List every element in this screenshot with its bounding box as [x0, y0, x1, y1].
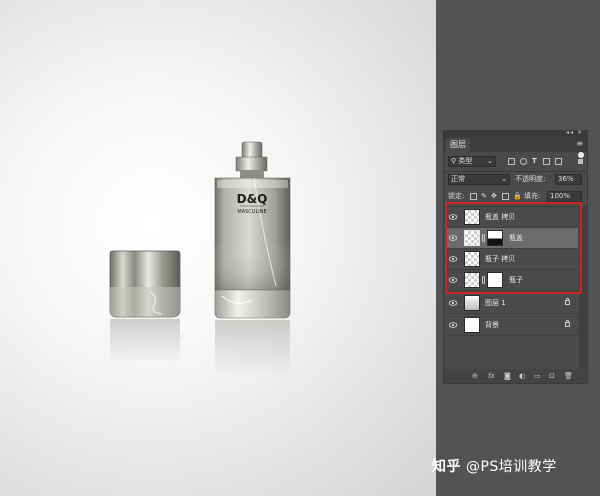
filter-toggle-switch[interactable] — [578, 159, 583, 164]
tab-layers[interactable]: 图层 — [446, 138, 470, 152]
eye-icon[interactable] — [449, 300, 457, 306]
layer-thumbnail — [464, 272, 480, 288]
blend-mode-value: 正常 — [451, 175, 465, 183]
divider — [444, 171, 587, 172]
layer-row[interactable]: 图层 1 — [445, 293, 578, 314]
layer-name[interactable]: 瓶子 — [509, 276, 523, 285]
layer-mask-thumbnail[interactable] — [487, 230, 503, 246]
bottle-cap — [109, 250, 181, 364]
eye-icon[interactable] — [449, 277, 457, 283]
layer-thumbnail — [464, 295, 480, 311]
perfume-artwork: D&Q MASCULINE — [109, 141, 291, 375]
chain-link-icon[interactable] — [482, 234, 485, 242]
layer-name[interactable]: 背景 — [485, 321, 499, 330]
eye-icon[interactable] — [449, 214, 457, 220]
filter-type-icon[interactable]: T — [532, 157, 537, 166]
layer-row[interactable]: 瓶子 拷贝 — [445, 249, 578, 270]
filter-kind-label: 类型 — [458, 157, 473, 165]
layer-name[interactable]: 图层 1 — [485, 299, 506, 308]
fill-value: 100% — [550, 192, 571, 200]
panel-menu-icon[interactable]: ≡ — [576, 139, 583, 149]
filter-kind-select[interactable]: ⚲ 类型 ⌄ — [448, 156, 496, 167]
lock-icon — [565, 298, 570, 305]
filter-adjustment-icon[interactable] — [520, 158, 527, 165]
lock-icon — [565, 320, 570, 327]
layer-row[interactable]: 瓶子 — [445, 270, 578, 291]
watermark: 知乎 @PS培训教学 — [432, 458, 557, 476]
bottle-subtitle: MASCULINE — [237, 209, 266, 215]
fx-icon[interactable]: fx — [488, 372, 495, 380]
canvas[interactable]: D&Q MASCULINE — [0, 0, 436, 496]
layer-thumbnail — [464, 209, 480, 225]
layer-thumbnail — [464, 230, 480, 246]
layer-thumbnail — [464, 317, 480, 333]
eye-icon[interactable] — [449, 322, 457, 328]
eye-icon[interactable] — [449, 235, 457, 241]
fill-label: 填充: — [524, 192, 541, 200]
opacity-label: 不透明度: — [515, 175, 546, 183]
filter-toggle-icon[interactable] — [578, 152, 584, 158]
perfume-bottle: D&Q MASCULINE — [214, 141, 291, 375]
filter-pixel-icon[interactable] — [508, 158, 515, 165]
bottle-brand: D&Q — [237, 192, 268, 206]
filter-smartobject-icon[interactable] — [555, 158, 562, 165]
layers-scrollbar[interactable] — [579, 206, 587, 371]
search-icon: ⚲ — [451, 157, 457, 165]
layer-name[interactable]: 瓶盖 拷贝 — [485, 213, 515, 222]
mask-icon[interactable]: ◙ — [504, 372, 511, 380]
fill-input[interactable]: 100% — [547, 191, 582, 202]
lock-label: 锁定: — [448, 192, 465, 200]
link-icon[interactable]: ⊖ — [472, 372, 478, 380]
lock-artboard-icon[interactable] — [502, 193, 509, 200]
layer-name[interactable]: 瓶盖 — [509, 234, 523, 243]
opacity-value: 36% — [558, 175, 574, 183]
lock-all-icon[interactable]: 🔒 — [513, 192, 522, 201]
layer-row[interactable]: 背景 — [445, 315, 578, 336]
chevron-down-icon: ⌄ — [487, 157, 493, 165]
chevron-down-icon: ⌄ — [501, 175, 507, 183]
blend-mode-select[interactable]: 正常 ⌄ — [448, 174, 510, 185]
trash-icon[interactable]: 🗑 — [564, 372, 573, 380]
opacity-input[interactable]: 36% — [555, 174, 582, 185]
layer-mask-thumbnail[interactable] — [487, 272, 503, 288]
layer-name[interactable]: 瓶子 拷贝 — [485, 255, 515, 264]
new-layer-icon[interactable]: ⊡ — [549, 372, 555, 380]
watermark-site: 知乎 — [432, 459, 461, 475]
panel-tab-row: 图层 ≡ — [444, 137, 587, 152]
filter-shape-icon[interactable] — [543, 158, 550, 165]
eye-icon[interactable] — [449, 256, 457, 262]
lock-transparent-icon[interactable] — [470, 193, 477, 200]
layer-row[interactable]: 瓶盖 拷贝 — [445, 207, 578, 228]
chain-link-icon[interactable] — [482, 276, 485, 284]
watermark-author: @PS培训教学 — [465, 459, 557, 475]
collapse-arrows-icon[interactable]: ◂◂ ✕ — [566, 129, 583, 137]
layer-thumbnail — [464, 251, 480, 267]
lock-paint-icon[interactable]: ✎ — [481, 192, 487, 201]
layers-footer: ⊖ fx ◙ ◐ ▭ ⊡ 🗑 — [444, 369, 587, 383]
layers-panel: ◂◂ ✕ 图层 ≡ ⚲ 类型 ⌄ T 正常 ⌄ 不透明度: 36% 锁定: ✎ … — [443, 129, 588, 384]
folder-icon[interactable]: ▭ — [534, 372, 541, 380]
lock-move-icon[interactable]: ✥ — [491, 192, 497, 201]
layer-row-selected[interactable]: 瓶盖 — [445, 228, 578, 249]
adjustment-icon[interactable]: ◐ — [519, 372, 525, 380]
